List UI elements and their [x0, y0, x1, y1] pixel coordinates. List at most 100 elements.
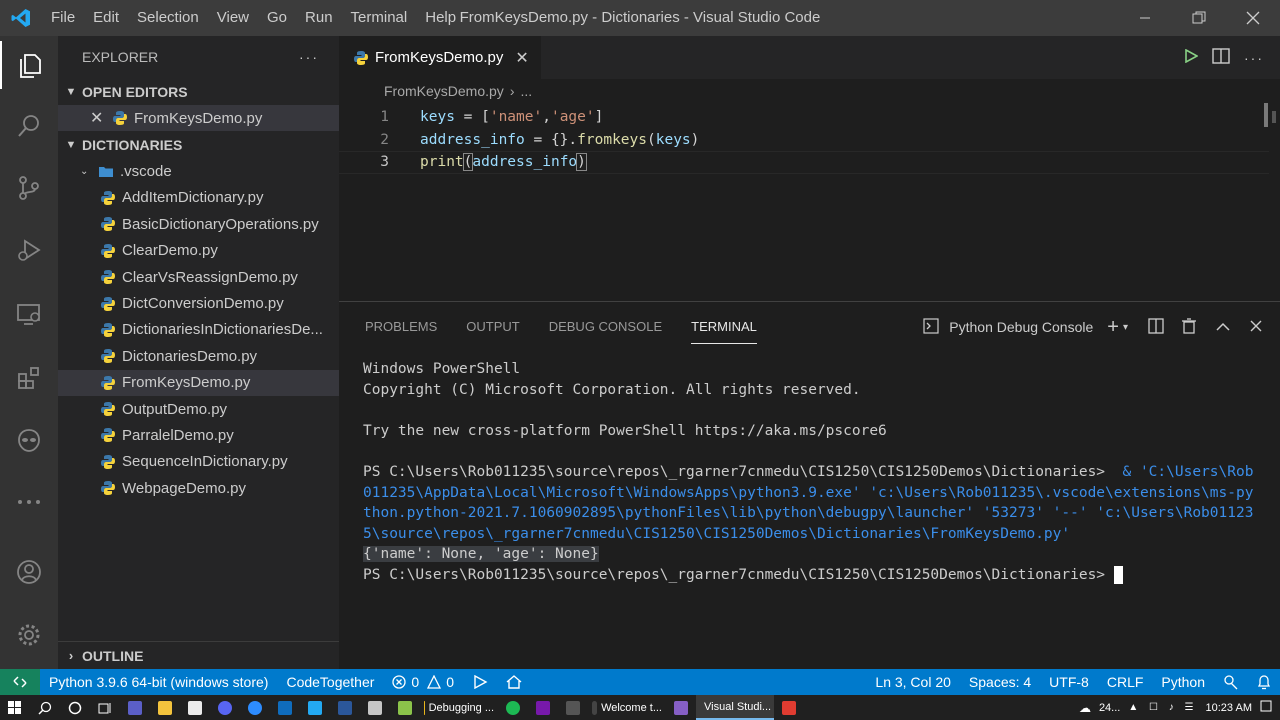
file-explorer-icon[interactable] [150, 695, 180, 720]
trash-icon[interactable] [1182, 317, 1196, 337]
new-terminal-icon[interactable]: + [1107, 316, 1119, 339]
cortana-icon[interactable] [60, 695, 90, 720]
manage-gear-icon[interactable] [0, 611, 58, 659]
dictionaries-folder-section[interactable]: ▼ DICTIONARIES [58, 131, 339, 158]
notifications-bell-icon[interactable] [1248, 669, 1280, 695]
editor-tab[interactable]: FromKeysDemo.py ✕ [339, 36, 541, 79]
app-icon[interactable] [558, 695, 588, 720]
indentation[interactable]: Spaces: 4 [960, 669, 1040, 695]
store-icon[interactable] [180, 695, 210, 720]
menu-view[interactable]: View [208, 0, 258, 36]
visual-studio-icon[interactable] [666, 695, 696, 720]
run-python-file-icon[interactable] [1184, 48, 1199, 66]
end-of-line[interactable]: CRLF [1098, 669, 1153, 695]
teams-icon[interactable] [120, 695, 150, 720]
menu-selection[interactable]: Selection [128, 0, 208, 36]
tab-problems[interactable]: PROBLEMS [365, 302, 437, 352]
file-item[interactable]: ClearDemo.py [58, 238, 339, 264]
encoding[interactable]: UTF-8 [1040, 669, 1098, 695]
file-item[interactable]: AddItemDictionary.py [58, 185, 339, 211]
minimap[interactable] [1264, 103, 1280, 143]
clock[interactable]: 10:23 AM [1206, 702, 1252, 714]
python-interpreter[interactable]: Python 3.9.6 64-bit (windows store) [40, 669, 277, 695]
codetogether-status[interactable]: CodeTogether [277, 669, 383, 695]
file-item[interactable]: DictionariesInDictionariesDe... [58, 317, 339, 343]
run-debug-icon[interactable] [0, 226, 58, 274]
search-icon[interactable] [30, 695, 60, 720]
code-view[interactable]: 1 keys = ['name','age'] 2 address_info =… [339, 106, 1269, 174]
menu-terminal[interactable]: Terminal [342, 0, 417, 36]
outlook-icon[interactable] [270, 695, 300, 720]
recorder-icon[interactable] [774, 695, 804, 720]
taskbar-app-vscode[interactable]: Visual Studi... [696, 695, 774, 720]
terminal-selector[interactable]: Python Debug Console [949, 319, 1093, 335]
discord-icon[interactable] [210, 695, 240, 720]
source-control-icon[interactable] [0, 164, 58, 212]
tray-icons[interactable]: ▲ ☐ ♪ ☰ [1128, 702, 1197, 713]
open-editor-item[interactable]: ✕ FromKeysDemo.py [58, 105, 339, 132]
menu-go[interactable]: Go [258, 0, 296, 36]
minimize-button[interactable] [1118, 0, 1172, 36]
file-item[interactable]: DictonariesDemo.py [58, 343, 339, 369]
onenote-icon[interactable] [528, 695, 558, 720]
windows-start-icon[interactable] [0, 695, 30, 720]
outline-section[interactable]: › OUTLINE [58, 641, 339, 669]
breadcrumb-more[interactable]: ... [520, 83, 532, 99]
notepad-icon[interactable] [390, 695, 420, 720]
debug-status-icon[interactable] [463, 669, 497, 695]
alien-extension-icon[interactable] [0, 416, 58, 464]
split-terminal-icon[interactable] [1148, 317, 1164, 337]
close-tab-icon[interactable]: ✕ [515, 48, 528, 68]
taskbar-app-welcome[interactable]: Welcome t... [588, 695, 666, 720]
weather-icon[interactable]: ☁ [1079, 701, 1091, 715]
file-item[interactable]: ParralelDemo.py [58, 422, 339, 448]
more-views-icon[interactable] [0, 478, 58, 526]
terminal-output[interactable]: Windows PowerShell Copyright (C) Microso… [363, 359, 1253, 586]
open-editors-section[interactable]: ▼ OPEN EDITORS [58, 78, 339, 105]
maximize-panel-icon[interactable] [1216, 319, 1230, 335]
feedback-icon[interactable] [1214, 669, 1248, 695]
spotify-icon[interactable] [498, 695, 528, 720]
notification-center-icon[interactable] [1260, 700, 1272, 715]
split-editor-icon[interactable] [1212, 48, 1230, 67]
live-share-home-icon[interactable] [497, 669, 531, 695]
tab-terminal[interactable]: TERMINAL [691, 302, 757, 352]
chevron-down-icon[interactable]: ▾ [1123, 322, 1128, 333]
file-item[interactable]: DictConversionDemo.py [58, 290, 339, 316]
close-editor-icon[interactable]: ✕ [90, 108, 104, 128]
file-item[interactable]: BasicDictionaryOperations.py [58, 211, 339, 237]
menu-edit[interactable]: Edit [84, 0, 128, 36]
menu-run[interactable]: Run [296, 0, 342, 36]
explorer-icon[interactable] [0, 41, 58, 89]
vscode-folder-item[interactable]: ⌄ .vscode [58, 158, 339, 184]
more-actions-icon[interactable]: ··· [1244, 50, 1264, 66]
zoom-icon[interactable] [240, 695, 270, 720]
accounts-icon[interactable] [0, 548, 58, 596]
language-mode[interactable]: Python [1152, 669, 1214, 695]
cursor-position[interactable]: Ln 3, Col 20 [866, 669, 960, 695]
task-view-icon[interactable] [90, 695, 120, 720]
taskbar-app-chrome[interactable]: Debugging ... [420, 695, 498, 720]
word-icon[interactable] [330, 695, 360, 720]
extensions-icon[interactable] [0, 354, 58, 402]
menu-help[interactable]: Help [416, 0, 465, 36]
remote-indicator-icon[interactable] [0, 669, 40, 695]
tab-debug-console[interactable]: DEBUG CONSOLE [549, 302, 662, 352]
vscode-taskbar-icon[interactable] [300, 695, 330, 720]
problems-status[interactable]: 0 0 [383, 669, 463, 695]
restore-button[interactable] [1172, 0, 1226, 36]
breadcrumb-file[interactable]: FromKeysDemo.py [384, 83, 504, 99]
explorer-more-actions-icon[interactable]: ··· [299, 49, 319, 65]
close-window-button[interactable] [1226, 0, 1280, 36]
menu-file[interactable]: File [42, 0, 84, 36]
tab-output[interactable]: OUTPUT [466, 302, 519, 352]
file-item[interactable]: ClearVsReassignDemo.py [58, 264, 339, 290]
file-item[interactable]: WebpageDemo.py [58, 475, 339, 501]
photos-icon[interactable] [360, 695, 390, 720]
search-icon[interactable] [0, 102, 58, 150]
file-item[interactable]: OutputDemo.py [58, 396, 339, 422]
close-panel-icon[interactable] [1250, 319, 1262, 335]
remote-explorer-icon[interactable] [0, 290, 58, 338]
file-item[interactable]: FromKeysDemo.py [58, 369, 339, 396]
file-item[interactable]: SequenceInDictionary.py [58, 449, 339, 475]
